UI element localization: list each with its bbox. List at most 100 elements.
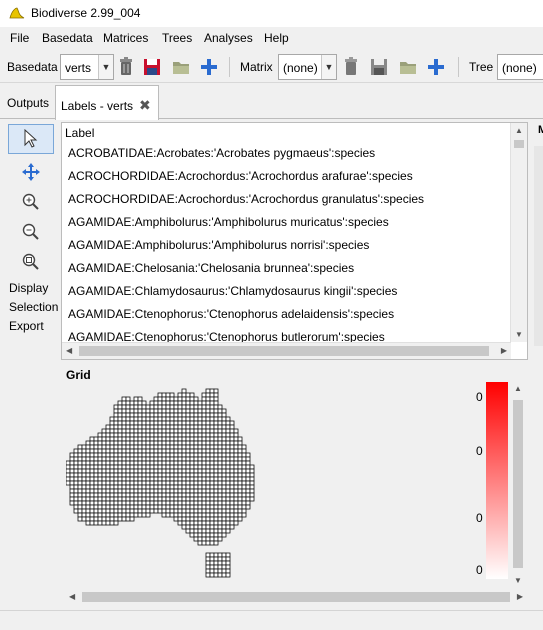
grid-cell[interactable] <box>189 504 195 510</box>
grid-cell[interactable] <box>185 488 191 494</box>
grid-cell[interactable] <box>137 404 143 410</box>
grid-cells[interactable] <box>65 388 255 578</box>
grid-cell[interactable] <box>113 416 119 422</box>
grid-cell[interactable] <box>181 496 187 502</box>
grid-cell[interactable] <box>225 508 231 514</box>
grid-cell[interactable] <box>181 472 187 478</box>
grid-cell[interactable] <box>177 452 183 458</box>
grid-cell[interactable] <box>189 444 195 450</box>
grid-cell[interactable] <box>105 440 111 446</box>
grid-cell[interactable] <box>125 472 131 478</box>
grid-cell[interactable] <box>93 444 99 450</box>
grid-cell[interactable] <box>205 396 211 402</box>
grid-cell[interactable] <box>129 480 135 486</box>
grid-cell[interactable] <box>153 428 159 434</box>
grid-cell[interactable] <box>81 444 87 450</box>
grid-cell[interactable] <box>165 476 171 482</box>
grid-cell[interactable] <box>157 408 163 414</box>
grid-cell[interactable] <box>229 472 235 478</box>
grid-cell[interactable] <box>181 468 187 474</box>
list-item[interactable]: ACROCHORDIDAE:Acrochordus:'Acrochordus g… <box>68 192 424 206</box>
grid-cell[interactable] <box>193 408 199 414</box>
grid-cell[interactable] <box>197 500 203 506</box>
grid-cell[interactable] <box>177 392 183 398</box>
grid-cell[interactable] <box>105 448 111 454</box>
grid-cell[interactable] <box>149 440 155 446</box>
grid-cell[interactable] <box>241 508 247 514</box>
grid-cell[interactable] <box>189 472 195 478</box>
grid-cell[interactable] <box>137 480 143 486</box>
grid-cell[interactable] <box>129 476 135 482</box>
grid-cell[interactable] <box>237 456 243 462</box>
grid-cell[interactable] <box>73 484 79 490</box>
grid-cell[interactable] <box>93 448 99 454</box>
grid-cell[interactable] <box>177 484 183 490</box>
grid-cell[interactable] <box>189 428 195 434</box>
grid-cell[interactable] <box>113 428 119 434</box>
grid-cell[interactable] <box>109 484 115 490</box>
grid-cell[interactable] <box>125 428 131 434</box>
grid-cell[interactable] <box>105 512 111 518</box>
grid-cell[interactable] <box>145 420 151 426</box>
grid-cell[interactable] <box>189 512 195 518</box>
grid-cell[interactable] <box>209 500 215 506</box>
grid-cell[interactable] <box>97 504 103 510</box>
grid-cell[interactable] <box>209 540 215 546</box>
grid-cell[interactable] <box>141 480 147 486</box>
grid-cell[interactable] <box>177 444 183 450</box>
grid-cell[interactable] <box>213 476 219 482</box>
grid-cell[interactable] <box>105 424 111 430</box>
grid-cell[interactable] <box>109 432 115 438</box>
grid-cell[interactable] <box>149 496 155 502</box>
grid-cell[interactable] <box>185 476 191 482</box>
grid-cell[interactable] <box>157 500 163 506</box>
grid-cell[interactable] <box>181 392 187 398</box>
grid-cell[interactable] <box>157 456 163 462</box>
grid-cell[interactable] <box>161 460 167 466</box>
grid-cell[interactable] <box>177 464 183 470</box>
grid-cell[interactable] <box>89 468 95 474</box>
grid-cell[interactable] <box>145 500 151 506</box>
grid-cell[interactable] <box>93 452 99 458</box>
grid-cell[interactable] <box>105 476 111 482</box>
grid-cell[interactable] <box>193 512 199 518</box>
grid-cell[interactable] <box>217 512 223 518</box>
grid-cell[interactable] <box>81 508 87 514</box>
grid-cell[interactable] <box>213 528 219 534</box>
open-matrix-folder-icon[interactable] <box>398 56 418 78</box>
grid-cell[interactable] <box>153 452 159 458</box>
list-item[interactable]: AGAMIDAE:Amphibolurus:'Amphibolurus norr… <box>68 238 369 252</box>
grid-cell[interactable] <box>125 512 131 518</box>
grid-cell[interactable] <box>209 468 215 474</box>
grid-cell[interactable] <box>101 468 107 474</box>
tree-select[interactable]: (none) <box>497 54 543 80</box>
grid-cell[interactable] <box>89 492 95 498</box>
grid-cell[interactable] <box>85 508 91 514</box>
grid-cell[interactable] <box>209 560 215 566</box>
display-menu[interactable]: Display <box>9 281 48 295</box>
grid-cell[interactable] <box>161 400 167 406</box>
grid-cell[interactable] <box>213 436 219 442</box>
grid-cell[interactable] <box>69 456 75 462</box>
grid-cell[interactable] <box>73 500 79 506</box>
grid-cell[interactable] <box>205 448 211 454</box>
grid-cell[interactable] <box>89 472 95 478</box>
grid-cell[interactable] <box>165 504 171 510</box>
grid-cell[interactable] <box>125 468 131 474</box>
grid-cell[interactable] <box>125 476 131 482</box>
grid-cell[interactable] <box>109 472 115 478</box>
column-header-label[interactable]: Label <box>65 126 94 140</box>
grid-cell[interactable] <box>117 492 123 498</box>
grid-cell[interactable] <box>209 504 215 510</box>
grid-cell[interactable] <box>173 412 179 418</box>
grid-cell[interactable] <box>197 436 203 442</box>
grid-cell[interactable] <box>77 492 83 498</box>
grid-cell[interactable] <box>145 460 151 466</box>
grid-cell[interactable] <box>89 444 95 450</box>
grid-cell[interactable] <box>209 552 215 558</box>
grid-cell[interactable] <box>213 388 219 394</box>
grid-cell[interactable] <box>173 484 179 490</box>
grid-cell[interactable] <box>113 484 119 490</box>
grid-cell[interactable] <box>141 400 147 406</box>
grid-cell[interactable] <box>249 464 255 470</box>
